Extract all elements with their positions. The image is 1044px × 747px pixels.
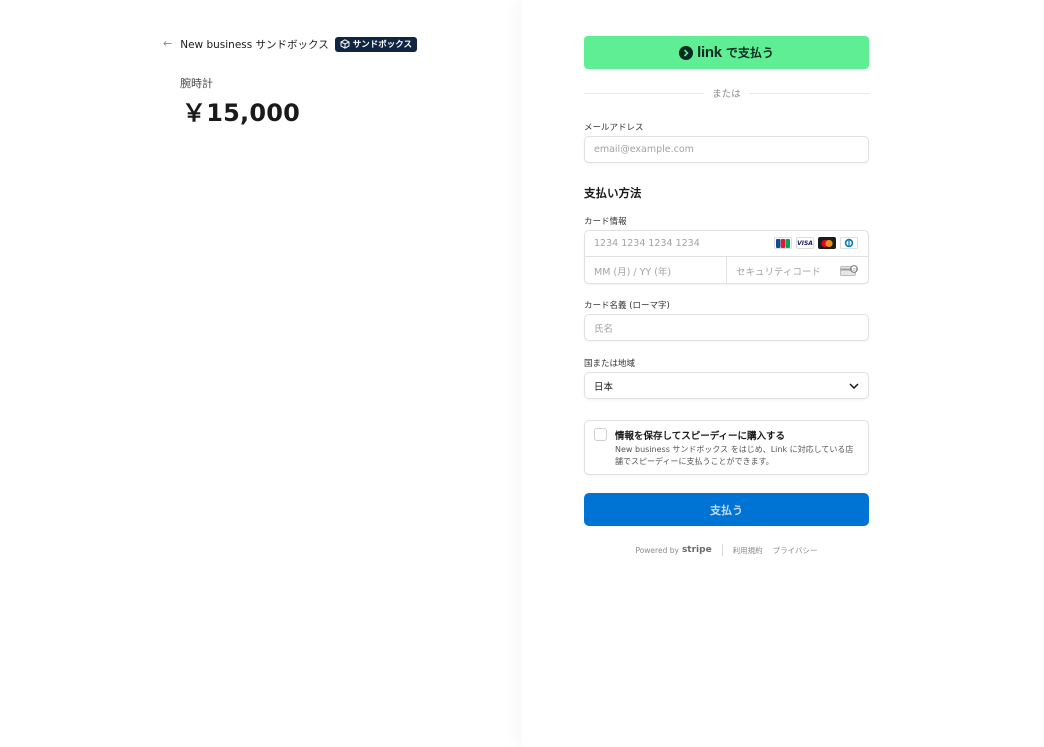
sandbox-badge-label: サンドボックス xyxy=(352,40,412,50)
cvc-card-icon: 123 xyxy=(840,265,858,279)
card-input-group: 1234 1234 1234 1234 VISA MM (月) / YY (年)… xyxy=(584,230,869,284)
link-logo-icon xyxy=(679,45,694,60)
chevron-down-icon xyxy=(849,382,859,389)
card-expiry-placeholder: MM (月) / YY (年) xyxy=(594,266,672,278)
powered-by-stripe[interactable]: Powered by stripe xyxy=(635,545,711,555)
email-field[interactable]: email@example.com xyxy=(584,136,869,163)
order-summary-panel: ← New business サンドボックス サンドボックス 腕時計 ￥15,0… xyxy=(0,0,522,747)
cardholder-label: カード名義 (ローマ字) xyxy=(584,301,670,311)
save-info-box: 情報を保存してスピーディーに購入する New business サンドボックス … xyxy=(584,420,869,475)
diners-icon xyxy=(840,237,858,249)
card-info-label: カード情報 xyxy=(584,217,627,227)
link-logo-text: link xyxy=(697,44,722,61)
jcb-icon xyxy=(774,237,792,249)
divider-line xyxy=(748,92,870,94)
save-info-checkbox[interactable] xyxy=(594,428,607,441)
or-text: または xyxy=(712,89,741,100)
country-label: 国または地域 xyxy=(584,359,636,369)
back-arrow-icon[interactable]: ← xyxy=(163,37,172,51)
save-info-title[interactable]: 情報を保存してスピーディーに購入する xyxy=(615,428,785,442)
back-link[interactable]: ← New business サンドボックス サンドボックス xyxy=(163,36,417,52)
powered-by-text: Powered by xyxy=(635,545,679,555)
mastercard-icon xyxy=(818,237,836,249)
stripe-logo: stripe xyxy=(681,545,712,555)
email-label: メールアドレス xyxy=(584,123,644,133)
card-cvc-field[interactable]: セキュリティコード 123 xyxy=(727,257,868,284)
country-select[interactable]: 日本 xyxy=(584,372,869,399)
card-expiry-field[interactable]: MM (月) / YY (年) xyxy=(585,257,727,284)
sandbox-badge: サンドボックス xyxy=(334,36,417,52)
privacy-link[interactable]: プライバシー xyxy=(773,545,818,556)
visa-icon: VISA xyxy=(796,237,814,249)
footer: Powered by stripe 利用規約 プライバシー xyxy=(584,543,869,557)
svg-text:123: 123 xyxy=(851,267,858,271)
link-pay-label: で支払う xyxy=(725,46,774,60)
save-info-description: New business サンドボックス をはじめ、Link に対応している店舗… xyxy=(615,445,854,466)
link-pay-button[interactable]: link で支払う xyxy=(584,36,869,69)
card-number-placeholder: 1234 1234 1234 1234 xyxy=(594,238,700,249)
cardholder-name-field[interactable]: 氏名 xyxy=(584,314,869,341)
cardholder-placeholder: 氏名 xyxy=(594,323,614,335)
divider-line xyxy=(584,92,705,94)
sandbox-cube-icon xyxy=(340,39,350,49)
country-value: 日本 xyxy=(594,381,614,393)
product-name: 腕時計 xyxy=(180,77,213,90)
checkout-page: ← New business サンドボックス サンドボックス 腕時計 ￥15,0… xyxy=(0,0,1044,747)
card-brands: VISA xyxy=(774,237,858,249)
footer-divider xyxy=(721,544,723,556)
terms-link[interactable]: 利用規約 xyxy=(733,545,763,556)
pay-button[interactable]: 支払う xyxy=(584,493,869,526)
payment-method-title: 支払い方法 xyxy=(584,186,642,200)
email-placeholder: email@example.com xyxy=(594,144,694,155)
merchant-name[interactable]: New business サンドボックス xyxy=(180,37,329,52)
or-divider: または xyxy=(584,86,870,100)
product-price: ￥15,000 xyxy=(182,99,301,127)
card-cvc-placeholder: セキュリティコード xyxy=(736,266,821,278)
